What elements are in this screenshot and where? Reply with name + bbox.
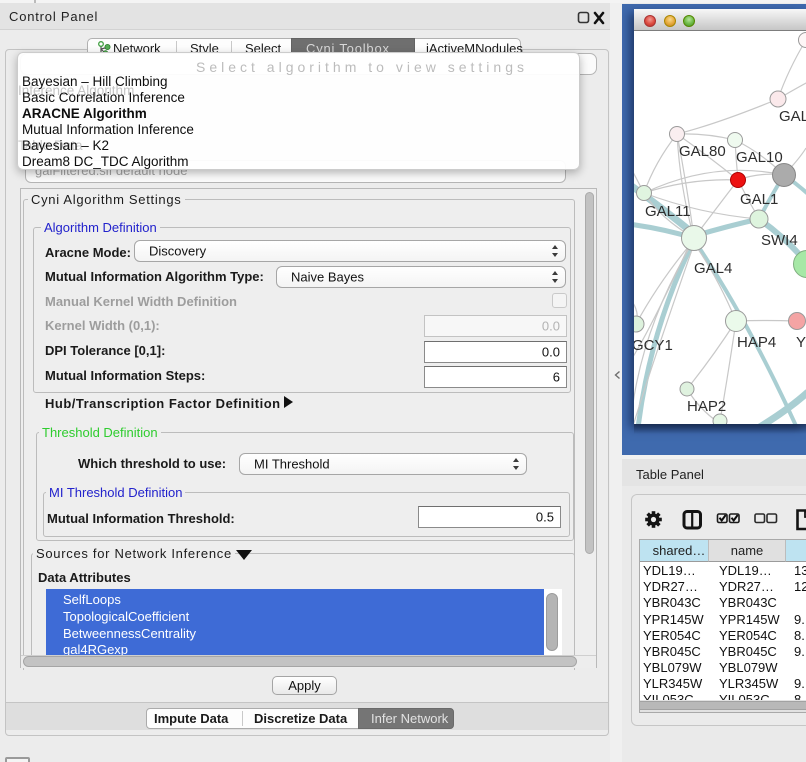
- svg-text:GAL4: GAL4: [694, 260, 732, 277]
- svg-text:GCY1: GCY1: [634, 337, 673, 354]
- svg-text:SWI4: SWI4: [761, 232, 798, 249]
- svg-text:GAL11: GAL11: [645, 203, 691, 220]
- svg-text:GAL10: GAL10: [736, 149, 783, 166]
- svg-text:GAL80: GAL80: [679, 143, 726, 160]
- svg-text:HAP4: HAP4: [737, 334, 776, 351]
- svg-text:GAL1: GAL1: [740, 191, 778, 208]
- svg-text:GAL8: GAL8: [779, 108, 806, 125]
- svg-text:HAP2: HAP2: [687, 398, 726, 415]
- svg-text:Y: Y: [796, 334, 806, 351]
